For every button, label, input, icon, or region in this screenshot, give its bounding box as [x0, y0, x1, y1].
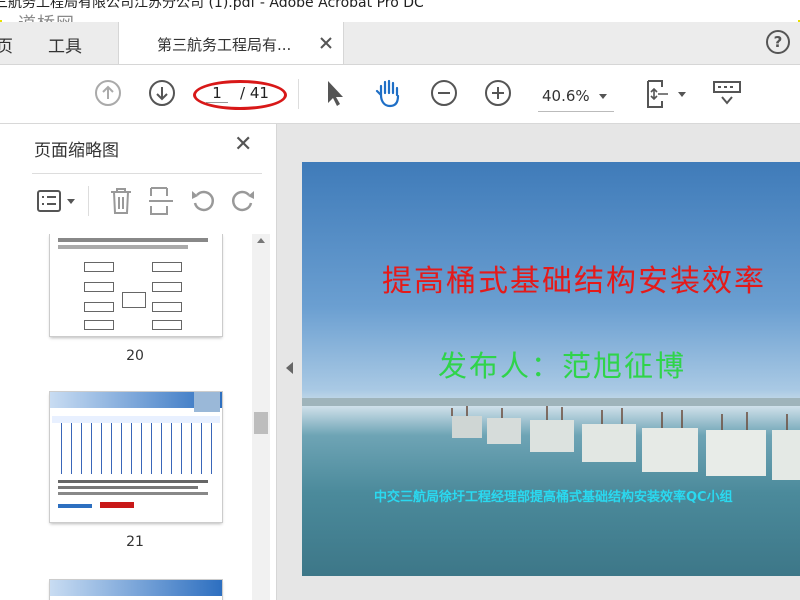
- scrollbar-thumb[interactable]: [254, 412, 268, 434]
- thumbnail-flowbox: [84, 320, 114, 330]
- thumbnail-flowbox: [122, 292, 146, 308]
- rotate-right-icon[interactable]: [230, 188, 256, 214]
- page-label: 20: [126, 348, 144, 364]
- page-thumbnail[interactable]: [50, 392, 222, 522]
- zoom-in-icon[interactable]: [484, 79, 512, 107]
- thumbnail-gantt-header: [52, 416, 220, 423]
- thumbnail-header-band: [50, 580, 222, 596]
- red-annotation-oval: [193, 80, 287, 110]
- select-cursor-icon[interactable]: [324, 79, 346, 107]
- thumbnail-flowbox: [152, 302, 182, 312]
- chevron-down-icon[interactable]: [67, 199, 75, 204]
- zoom-level-select[interactable]: 40.6%: [542, 87, 590, 105]
- next-page-icon[interactable]: [148, 79, 176, 107]
- thumbnail-flowbox: [84, 282, 114, 292]
- thumbnail-conclusion: [100, 502, 134, 508]
- thumbnails-panel: 页面缩略图 ✕ 20 21: [0, 124, 277, 600]
- hand-tool-icon[interactable]: [374, 77, 404, 109]
- thumbnail-text-line: [58, 492, 208, 495]
- rotate-left-icon[interactable]: [190, 188, 216, 214]
- toolbar: 1 / 41 40.6%: [0, 65, 800, 124]
- thumbnail-flowbox: [84, 262, 114, 272]
- tab-home[interactable]: 页: [0, 32, 13, 57]
- close-icon[interactable]: [319, 36, 333, 50]
- thumbnail-list: 20 21: [14, 234, 256, 600]
- thumbnail-text-line: [58, 480, 208, 483]
- fit-page-icon[interactable]: [644, 79, 670, 109]
- thumbnail-text-line: [58, 245, 188, 249]
- tab-document[interactable]: 第三航务工程局有...: [118, 22, 344, 64]
- toolbar-divider: [88, 186, 89, 216]
- page-thumbnail[interactable]: [50, 234, 222, 336]
- slide-publisher: 发布人：范旭征博: [438, 349, 687, 383]
- chevron-down-icon[interactable]: [678, 92, 686, 97]
- chevron-down-icon[interactable]: [599, 94, 607, 99]
- keyboard-icon[interactable]: [712, 79, 742, 107]
- zoom-out-icon[interactable]: [430, 79, 458, 107]
- bucket-foundations: [302, 398, 800, 480]
- panel-divider: [32, 173, 262, 174]
- slide-footer: 中交三航局徐圩工程经理部提高桶式基础结构安装效率QC小组: [374, 490, 733, 505]
- thumbnail-flowbox: [152, 262, 182, 272]
- page-insert-icon[interactable]: [148, 186, 174, 216]
- slide-title: 提高桶式基础结构安装效率: [382, 264, 766, 299]
- panel-toolbar: [0, 182, 276, 222]
- thumbnail-scrollbar[interactable]: [252, 234, 270, 600]
- tab-tools[interactable]: 工具: [48, 32, 82, 57]
- thumbnail-flowbox: [152, 282, 182, 292]
- page-thumbnail[interactable]: [50, 580, 222, 600]
- options-icon[interactable]: [36, 188, 62, 214]
- thumbnail-arrow: [58, 504, 92, 508]
- help-icon[interactable]: ?: [766, 30, 790, 54]
- toolbar-divider: [298, 79, 299, 109]
- thumbnail-gantt-table: [52, 416, 220, 474]
- thumbnail-header-logo: [194, 392, 220, 412]
- thumbnail-text-line: [58, 486, 198, 489]
- collapse-panel-icon[interactable]: [286, 362, 293, 374]
- zoom-underline: [538, 111, 614, 112]
- previous-page-icon[interactable]: [94, 79, 122, 107]
- tab-document-label: 第三航务工程局有...: [157, 36, 292, 54]
- trash-icon[interactable]: [108, 186, 134, 216]
- page-label: 21: [126, 534, 144, 550]
- thumbnail-flowbox: [84, 302, 114, 312]
- panel-title: 页面缩略图: [34, 141, 119, 161]
- close-icon[interactable]: ✕: [234, 132, 252, 157]
- chevron-up-icon[interactable]: [257, 238, 265, 243]
- thumbnail-flowbox: [152, 320, 182, 330]
- window-titlebar: 三航务工程局有限公司江苏分公司 (1).pdf - Adobe Acrobat …: [0, 0, 800, 20]
- thumbnail-text-line: [58, 238, 208, 242]
